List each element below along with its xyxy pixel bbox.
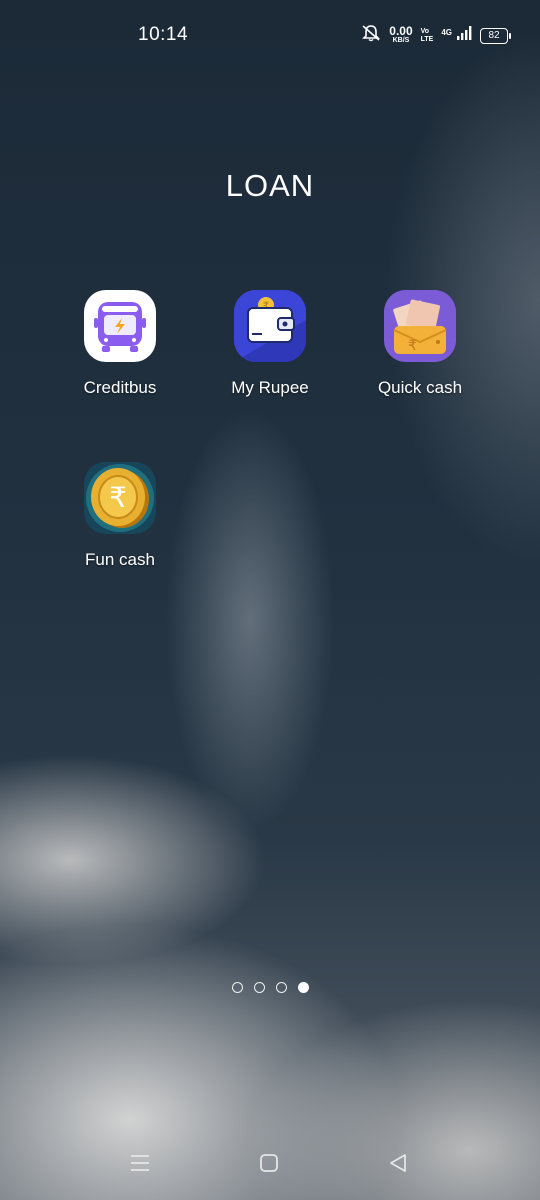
app-fun-cash[interactable]: ₹ Fun cash [45, 462, 195, 570]
volte-indicator: Vo LTE [421, 28, 434, 44]
rupee-coin-icon[interactable]: ₹ [84, 462, 156, 534]
app-quick-cash[interactable]: ₹ Quick cash [345, 290, 495, 398]
app-label-creditbus: Creditbus [83, 378, 157, 397]
recents-button[interactable] [120, 1148, 160, 1178]
volte-top-label: Vo [420, 27, 430, 35]
battery-indicator: 82 [480, 27, 511, 44]
menu-icon [131, 1155, 149, 1171]
cash-envelope-icon[interactable]: ₹ [384, 290, 456, 362]
network-type-label: 4G [441, 28, 452, 37]
muted-bell-icon [361, 24, 381, 47]
page-dot-active[interactable] [297, 982, 309, 993]
svg-text:₹: ₹ [408, 338, 417, 354]
network-speed-value: 0.00 [389, 23, 413, 38]
network-speed-unit: KB/S [392, 36, 410, 44]
status-clock: 10:14 [138, 24, 189, 45]
wallet-icon[interactable]: ₹ [234, 290, 306, 362]
page-dot[interactable] [253, 982, 265, 993]
navigation-bar [0, 1130, 540, 1200]
signal-strength-icon [456, 25, 472, 46]
app-my-rupee[interactable]: ₹ My Rupee [195, 290, 345, 398]
home-square-icon [260, 1154, 278, 1172]
status-icons: 0.00 KB/S Vo LTE 4G 82 [361, 23, 511, 47]
folder-title[interactable]: LOAN [0, 168, 540, 204]
app-creditbus[interactable]: Creditbus [45, 290, 195, 398]
app-label-quick-cash: Quick cash [377, 378, 463, 397]
page-indicator [0, 982, 540, 993]
status-bar: 10:14 0.00 KB/S Vo LTE 4G 82 [0, 0, 540, 70]
volte-bottom-label: LTE [420, 35, 434, 43]
page-dot[interactable] [231, 982, 243, 993]
back-button[interactable] [378, 1148, 418, 1178]
app-label-fun-cash: Fun cash [85, 550, 155, 569]
back-triangle-icon [390, 1154, 406, 1172]
app-label-my-rupee: My Rupee [231, 378, 309, 397]
creditbus-bus-icon[interactable] [84, 290, 156, 362]
battery-level: 82 [488, 30, 500, 41]
network-speed: 0.00 KB/S [389, 23, 413, 45]
home-button[interactable] [249, 1148, 289, 1178]
svg-text:₹: ₹ [109, 481, 127, 514]
page-dot[interactable] [275, 982, 287, 993]
